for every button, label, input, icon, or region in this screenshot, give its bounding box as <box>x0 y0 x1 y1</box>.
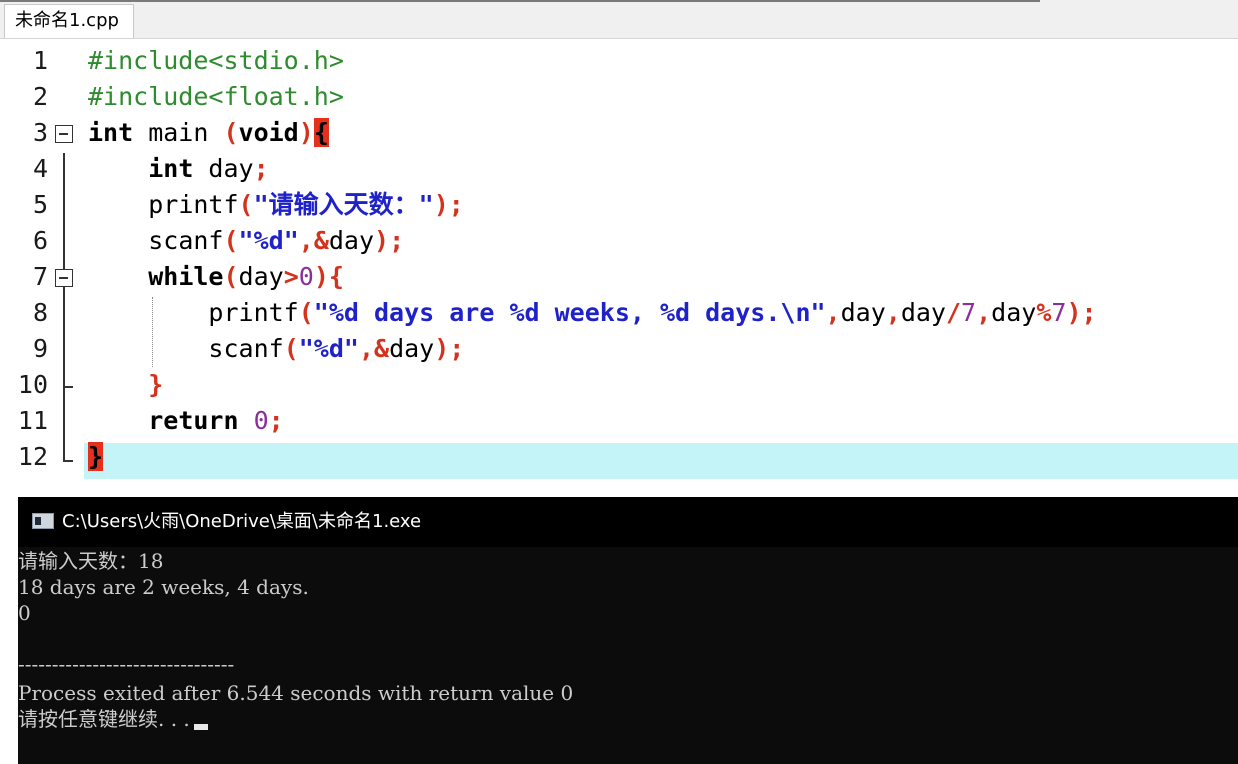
keyword: void <box>238 118 299 147</box>
line-number: 5 <box>32 190 48 219</box>
identifier: day <box>238 262 284 291</box>
identifier: day <box>389 334 435 363</box>
symbol: ( <box>238 190 254 219</box>
symbol: ( <box>223 262 239 291</box>
number-literal: 7 <box>1051 298 1067 327</box>
string-literal: "请输入天数：" <box>253 190 434 219</box>
number-literal: 0 <box>253 406 269 435</box>
code-line-1: #include<stdio.h> <box>88 43 344 79</box>
symbol: ,& <box>358 334 390 363</box>
string-literal: "%d days are %d weeks, %d days.\n" <box>313 298 826 327</box>
keyword: int <box>148 154 194 183</box>
code-line-3: int main (void){ <box>88 115 329 151</box>
matched-brace: { <box>313 118 329 147</box>
window-top-edge <box>0 0 1040 2</box>
identifier: printf <box>208 298 299 327</box>
line-number: 4 <box>32 154 48 183</box>
fold-end-tick <box>63 460 73 462</box>
fold-collapse-icon[interactable] <box>55 269 73 287</box>
symbol: ( <box>298 298 314 327</box>
console-window[interactable]: C:\Users\火雨\OneDrive\桌面\未命名1.exe 请输入天数：1… <box>18 497 1238 764</box>
code-line-2: #include<float.h> <box>88 79 344 115</box>
identifier: day <box>991 298 1037 327</box>
console-title: C:\Users\火雨\OneDrive\桌面\未命名1.exe <box>62 511 422 532</box>
symbol: ); <box>433 190 464 219</box>
line-number: 7 <box>32 262 48 291</box>
preprocessor-include: #include<stdio.h> <box>88 46 344 75</box>
code-line-5: printf("请输入天数："); <box>88 187 464 223</box>
keyword: int <box>88 118 134 147</box>
symbol: ( <box>283 334 299 363</box>
symbol: ); <box>1066 298 1097 327</box>
identifier: day <box>193 154 254 183</box>
line-number: 12 <box>17 442 48 471</box>
code-line-7: while(day>0){ <box>88 259 344 295</box>
line-number: 6 <box>32 226 48 255</box>
symbol: ( <box>223 226 239 255</box>
console-cursor <box>193 724 208 730</box>
line-number: 8 <box>32 298 48 327</box>
identifier: printf <box>148 190 239 219</box>
code-line-8: printf("%d days are %d weeks, %d days.\n… <box>88 295 1097 331</box>
string-literal: "%d" <box>238 226 299 255</box>
tab-bar: 未命名1.cpp <box>0 0 1238 39</box>
code-line-11: return 0; <box>88 403 284 439</box>
console-separator: -------------------------------- <box>18 652 235 676</box>
fold-collapse-icon[interactable] <box>55 125 73 143</box>
symbol: > <box>283 262 299 291</box>
console-prompt-text: 请按任意键继续. . . <box>18 707 190 731</box>
symbol: ) <box>298 118 314 147</box>
symbol: ); <box>434 334 465 363</box>
symbol: ){ <box>313 262 344 291</box>
line-number: 3 <box>32 118 48 147</box>
console-prompt-line: 请按任意键继续. . . <box>18 706 208 732</box>
line-number: 11 <box>17 406 48 435</box>
identifier: scanf <box>148 226 224 255</box>
code-line-10: } <box>88 367 163 403</box>
identifier: day <box>328 226 375 255</box>
symbol: ( <box>223 118 239 147</box>
fold-end-tick <box>63 386 73 388</box>
symbol: , <box>825 298 841 327</box>
string-literal: "%d" <box>298 334 359 363</box>
console-output-line: 请输入天数：18 <box>18 549 164 573</box>
line-number-gutter: 1 2 3 4 5 6 7 8 9 10 11 12 <box>0 39 84 494</box>
console-output-line: 0 <box>18 601 31 625</box>
console-app-icon <box>32 513 54 529</box>
identifier: main <box>133 118 224 147</box>
number-literal: 0 <box>298 262 314 291</box>
symbol: ,& <box>298 226 329 255</box>
tab-file[interactable]: 未命名1.cpp <box>4 4 134 38</box>
symbol: , <box>885 298 901 327</box>
symbol: ; <box>268 406 284 435</box>
code-line-6: scanf("%d",&day); <box>88 223 404 259</box>
symbol: , <box>976 298 992 327</box>
preprocessor-include: #include<float.h> <box>88 82 344 111</box>
line-number: 10 <box>17 370 48 399</box>
keyword: while <box>148 262 224 291</box>
fold-guide-line <box>63 153 65 461</box>
symbol: } <box>148 370 164 399</box>
line-number: 2 <box>32 82 48 111</box>
symbol: / <box>945 298 962 327</box>
line-number: 1 <box>32 46 48 75</box>
matched-brace: } <box>88 442 104 471</box>
line-number: 9 <box>32 334 48 363</box>
symbol: ); <box>374 226 405 255</box>
identifier: scanf <box>208 334 284 363</box>
number-literal: 7 <box>961 298 977 327</box>
symbol: % <box>1036 298 1052 327</box>
identifier: day <box>900 298 946 327</box>
symbol: ; <box>253 154 269 183</box>
console-output-line: 18 days are 2 weeks, 4 days. <box>18 575 309 599</box>
code-line-12: } <box>88 439 104 475</box>
keyword: return <box>148 406 239 435</box>
identifier: day <box>840 298 886 327</box>
code-editor[interactable]: 1 2 3 4 5 6 7 8 9 10 11 12 #include<stdi… <box>0 39 1238 494</box>
console-title-bar[interactable]: C:\Users\火雨\OneDrive\桌面\未命名1.exe <box>18 497 1238 547</box>
current-line-highlight <box>84 443 1238 479</box>
console-output-line: Process exited after 6.544 seconds with … <box>18 681 574 705</box>
code-line-9: scanf("%d",&day); <box>88 331 464 367</box>
code-line-4: int day; <box>88 151 269 187</box>
